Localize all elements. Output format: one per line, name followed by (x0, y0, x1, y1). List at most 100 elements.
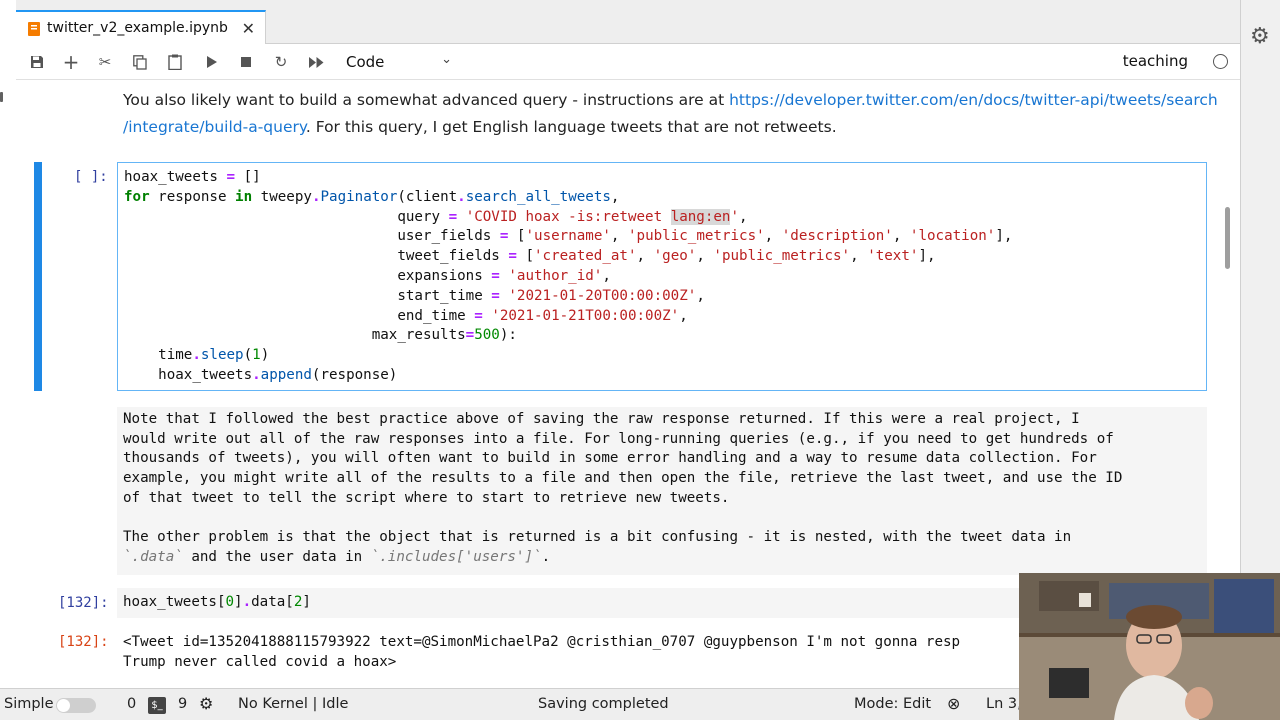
markdown-line-2: /integrate/build-a-query. For this query… (123, 118, 837, 136)
code-line: hoax_tweets[0].data[2] (123, 594, 311, 610)
code-token: 'geo' (653, 248, 697, 265)
code-token: [] (235, 169, 261, 185)
code-line: user_fields = ['username', 'public_metri… (124, 228, 1012, 244)
code-token: ' (730, 208, 740, 225)
copy-icon[interactable] (127, 50, 153, 74)
code-token: ): (499, 327, 517, 344)
code-token: end_time (124, 307, 475, 324)
notebook-icon (28, 21, 40, 36)
kernel-status-text[interactable]: No Kernel | Idle (238, 696, 348, 712)
code-token: search_all_tweets (465, 188, 611, 205)
editor-mode[interactable]: Mode: Edit (854, 696, 931, 712)
cursor-position[interactable]: Ln 3, (986, 696, 1022, 712)
code-token: tweet_fields (124, 248, 509, 265)
code-editor[interactable]: hoax_tweets = [] for response in tweepy. P… (117, 162, 1207, 391)
code-token: 'public_metrics' (628, 228, 765, 245)
code-token: 0 (225, 594, 235, 610)
code-token: , (636, 248, 654, 265)
code-token: . (192, 347, 201, 364)
close-icon[interactable]: ✕ (242, 19, 255, 38)
code-token: start_time (124, 287, 492, 304)
code-token: 'description' (781, 228, 893, 245)
code-token: [ (516, 248, 535, 265)
toggle-knob (57, 699, 70, 712)
markdown-source-line: of that tweet to tell the script where t… (123, 489, 730, 506)
code-token: 'created_at' (534, 248, 637, 265)
restart-icon[interactable]: ↻ (268, 50, 294, 74)
code-token: in (235, 188, 253, 205)
code-token: , (610, 228, 628, 245)
docs-link[interactable]: https://developer.twitter.com/en/docs/tw… (729, 91, 1218, 109)
markdown-source-line: would write out all of the raw responses… (123, 430, 1114, 447)
code-token: , (850, 248, 868, 265)
save-icon[interactable] (24, 50, 50, 74)
terminal-icon[interactable]: $_ (148, 697, 166, 714)
no-bug-icon[interactable]: ⊗ (947, 694, 960, 713)
terminal-count[interactable]: 0 (127, 696, 136, 712)
code-line: query = 'COVID hoax -is:retweet lang:en'… (124, 208, 748, 225)
markdown-source-line: The other problem is that the object tha… (123, 529, 1072, 546)
code-token: user_fields (124, 228, 500, 245)
save-status: Saving completed (538, 696, 669, 712)
active-cell-collapser[interactable] (34, 162, 42, 391)
code-token: = (226, 169, 236, 185)
markdown-source-line: Note that I followed the best practice a… (123, 411, 1080, 427)
output-line-2: Trump never called covid a hoax> (123, 654, 397, 670)
code-token: hoax_tweets (124, 169, 227, 185)
code-line: tweet_fields = ['created_at', 'geo', 'pu… (124, 248, 936, 265)
markdown-token: `.includes['users']` (370, 548, 542, 565)
property-inspector-icon[interactable]: ⚙ (1250, 24, 1270, 49)
code-token: 'text' (867, 248, 919, 265)
code-token: ( (243, 347, 253, 364)
code-token: = (508, 248, 517, 265)
code-token: , (892, 228, 910, 245)
code-token: , (696, 287, 705, 304)
code-token: 'public_metrics' (713, 248, 851, 265)
code-token: ], (918, 248, 936, 265)
sidebar-marker (0, 92, 3, 102)
code-token: , (610, 188, 620, 205)
add-icon[interactable]: + (58, 50, 84, 74)
fast-forward-icon[interactable] (303, 50, 329, 74)
chevron-down-icon: ⌄ (441, 52, 452, 67)
markdown-source-line: thousands of tweets), you will often wan… (123, 450, 1097, 467)
code-token: . (457, 188, 466, 205)
markdown-editor[interactable]: Note that I followed the best practice a… (117, 407, 1207, 575)
code-token: sleep (200, 347, 244, 364)
code-token: Paginator (320, 188, 398, 205)
code-token: 'username' (525, 228, 611, 245)
markdown-token: `.data` (123, 548, 183, 565)
left-sidebar (0, 0, 16, 688)
markdown-token: . (541, 548, 551, 565)
code-token: . (242, 594, 252, 610)
kernel-name[interactable]: teaching (1123, 52, 1188, 70)
code-line: hoax_tweets = [] (124, 169, 261, 185)
code-token: append (260, 367, 312, 383)
cell-type-select[interactable]: Code ⌄ (346, 50, 452, 74)
scrollbar-thumb[interactable] (1225, 207, 1230, 269)
input-prompt: [ ]: (74, 169, 108, 185)
webcam-overlay (1019, 573, 1280, 720)
code-token: max_results (124, 327, 466, 344)
kernel-count[interactable]: 9 (178, 696, 187, 712)
docs-link-continued[interactable]: /integrate/build-a-query (123, 118, 306, 136)
code-token: expansions (124, 268, 492, 284)
stop-icon[interactable] (233, 50, 259, 74)
code-token: , (739, 208, 748, 225)
cut-icon[interactable]: ✂ (92, 50, 118, 74)
paste-icon[interactable] (162, 50, 188, 74)
code-token: [ (508, 228, 526, 245)
code-token: 'author_id' (508, 268, 603, 284)
code-token: , (602, 268, 611, 284)
tab-title: twitter_v2_example.ipynb (47, 20, 228, 36)
run-icon[interactable] (199, 50, 225, 74)
code-line: time.sleep(1) (124, 347, 269, 363)
code-token: 500 (474, 327, 500, 344)
kernel-status-icon (1213, 54, 1228, 69)
kernel-gear-icon[interactable]: ⚙ (199, 694, 213, 713)
tab-notebook[interactable]: twitter_v2_example.ipynb ✕ (16, 10, 266, 44)
simple-mode-toggle[interactable] (56, 698, 96, 713)
simple-mode-label: Simple (4, 696, 54, 712)
code-token: data[ (251, 594, 294, 610)
